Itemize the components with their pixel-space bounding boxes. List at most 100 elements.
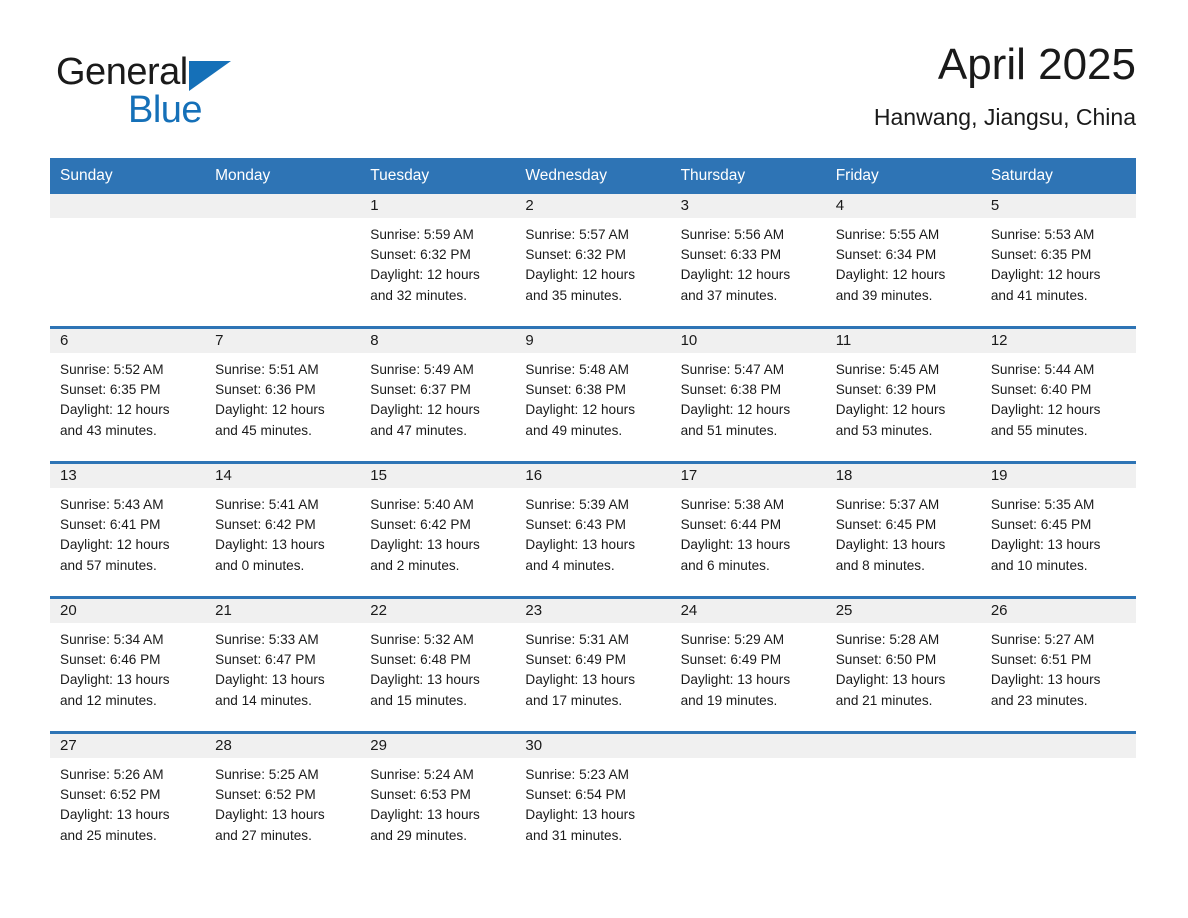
- sunrise-text: Sunrise: 5:35 AM: [990, 497, 1095, 512]
- sunset-text: Sunset: 6:46 PM: [60, 652, 161, 668]
- sunset-text: Sunset: 6:39 PM: [835, 382, 937, 398]
- day-cell[interactable]: 13 Sunrise: 5:43 AM Sunset: 6:41 PM Dayligh…: [50, 464, 206, 596]
- sunset-text: Sunset: 6:49 PM: [525, 652, 626, 668]
- day-cell[interactable]: 7 Sunrise: 5:51 AM Sunset: 6:36 PM Daylight…: [205, 329, 361, 461]
- daylight-text-line1: Daylight: 12 hours: [680, 402, 791, 418]
- daylight-text-line1: Daylight: 12 hours: [215, 402, 325, 418]
- sunset-text: Sunset: 6:38 PM: [680, 382, 782, 398]
- daylight-text-line2: and 35 minutes.: [525, 287, 623, 303]
- day-details: Sunrise: 5:49 AM Sunset: 6:37 PM Daylight:…: [360, 353, 515, 441]
- day-number: 9: [515, 329, 671, 353]
- day-details: Sunrise: 5:25 AM Sunset: 6:52 PM Daylight:…: [205, 758, 360, 846]
- day-cell[interactable]: 15 Sunrise: 5:40 AM Sunset: 6:42 PM Dayligh…: [360, 464, 516, 596]
- sunrise-text: Sunrise: 5:51 AM: [215, 362, 319, 377]
- day-number: 1: [360, 194, 516, 218]
- sunrise-text: Sunrise: 5:55 AM: [835, 227, 940, 242]
- daylight-text-line1: Daylight: 12 hours: [60, 537, 170, 553]
- day-cell-empty: [980, 734, 1136, 866]
- day-cell[interactable]: 29 Sunrise: 5:24 AM Sunset: 6:53 PM Dayligh…: [360, 734, 516, 866]
- day-cell[interactable]: 18 Sunrise: 5:37 AM Sunset: 6:45 PM Dayligh…: [825, 464, 981, 596]
- day-details: Sunrise: 5:24 AM Sunset: 6:53 PM Daylight:…: [360, 758, 515, 846]
- calendar-week-grid: 13 Sunrise: 5:43 AM Sunset: 6:41 PM Dayligh…: [50, 464, 1136, 596]
- day-details: Sunrise: 5:32 AM Sunset: 6:48 PM Daylight:…: [360, 623, 515, 711]
- day-cell[interactable]: 20 Sunrise: 5:34 AM Sunset: 6:46 PM Dayligh…: [50, 599, 206, 731]
- daylight-text-line2: and 17 minutes.: [525, 692, 623, 708]
- day-details: Sunrise: 5:28 AM Sunset: 6:50 PM Daylight:…: [826, 623, 981, 711]
- day-details: Sunrise: 5:43 AM Sunset: 6:41 PM Daylight:…: [50, 488, 205, 576]
- daylight-text-line1: Daylight: 12 hours: [60, 402, 170, 418]
- calendar-grid: Sunday Monday Tuesday Wednesday Thursday…: [50, 158, 1136, 866]
- daylight-text-line1: Daylight: 13 hours: [990, 672, 1101, 688]
- daylight-text-line2: and 0 minutes.: [215, 557, 305, 573]
- daylight-text-line1: Daylight: 13 hours: [990, 537, 1101, 553]
- sunset-text: Sunset: 6:50 PM: [835, 652, 937, 668]
- logo-triangle-icon: [189, 61, 232, 91]
- day-cell[interactable]: 26 Sunrise: 5:27 AM Sunset: 6:51 PM Dayligh…: [980, 599, 1136, 731]
- day-cell[interactable]: 24 Sunrise: 5:29 AM Sunset: 6:49 PM Dayligh…: [670, 599, 826, 731]
- day-cell[interactable]: 5 Sunrise: 5:53 AM Sunset: 6:35 PM Daylight…: [980, 194, 1136, 326]
- day-cell[interactable]: 2 Sunrise: 5:57 AM Sunset: 6:32 PM Daylight…: [515, 194, 671, 326]
- sunset-text: Sunset: 6:42 PM: [215, 517, 316, 533]
- day-cell[interactable]: 17 Sunrise: 5:38 AM Sunset: 6:44 PM Dayligh…: [670, 464, 826, 596]
- day-cell[interactable]: 6 Sunrise: 5:52 AM Sunset: 6:35 PM Daylight…: [50, 329, 206, 461]
- daylight-text-line2: and 53 minutes.: [835, 422, 933, 438]
- daylight-text-line1: Daylight: 12 hours: [990, 267, 1101, 283]
- sunset-text: Sunset: 6:35 PM: [990, 247, 1092, 263]
- day-number: 14: [205, 464, 361, 488]
- daylight-text-line1: Daylight: 13 hours: [370, 807, 480, 823]
- sunrise-text: Sunrise: 5:34 AM: [60, 632, 164, 647]
- day-cell[interactable]: 21 Sunrise: 5:33 AM Sunset: 6:47 PM Dayligh…: [205, 599, 361, 731]
- day-number: 27: [50, 734, 206, 758]
- day-cell[interactable]: 4 Sunrise: 5:55 AM Sunset: 6:34 PM Daylight…: [825, 194, 981, 326]
- logo-bottom-row: Blue: [56, 88, 316, 132]
- daylight-text-line1: Daylight: 13 hours: [215, 807, 325, 823]
- daylight-text-line2: and 4 minutes.: [525, 557, 615, 573]
- day-cell[interactable]: 19 Sunrise: 5:35 AM Sunset: 6:45 PM Dayligh…: [980, 464, 1136, 596]
- daylight-text-line2: and 31 minutes.: [525, 827, 623, 843]
- daylight-text-line1: Daylight: 13 hours: [835, 672, 946, 688]
- daylight-text-line1: Daylight: 13 hours: [60, 672, 170, 688]
- day-cell[interactable]: 11 Sunrise: 5:45 AM Sunset: 6:39 PM Dayligh…: [825, 329, 981, 461]
- weekday-header-thursday: Thursday: [680, 167, 746, 184]
- day-details: Sunrise: 5:34 AM Sunset: 6:46 PM Daylight:…: [50, 623, 205, 711]
- sunset-text: Sunset: 6:40 PM: [990, 382, 1092, 398]
- generalblue-logo[interactable]: General Blue: [56, 50, 316, 140]
- day-cell[interactable]: 23 Sunrise: 5:31 AM Sunset: 6:49 PM Dayligh…: [515, 599, 671, 731]
- logo-general-text: General: [56, 51, 188, 93]
- day-details: Sunrise: 5:33 AM Sunset: 6:47 PM Daylight:…: [205, 623, 360, 711]
- sunrise-text: Sunrise: 5:47 AM: [680, 362, 785, 377]
- day-cell[interactable]: 30 Sunrise: 5:23 AM Sunset: 6:54 PM Dayligh…: [515, 734, 671, 866]
- daylight-text-line2: and 14 minutes.: [215, 692, 312, 708]
- day-details: Sunrise: 5:37 AM Sunset: 6:45 PM Daylight:…: [826, 488, 981, 576]
- day-number: 6: [50, 329, 206, 353]
- day-number: 22: [360, 599, 516, 623]
- day-number: 25: [825, 599, 981, 623]
- day-cell[interactable]: 1 Sunrise: 5:59 AM Sunset: 6:32 PM Daylight…: [360, 194, 516, 326]
- day-cell[interactable]: 14 Sunrise: 5:41 AM Sunset: 6:42 PM Dayligh…: [205, 464, 361, 596]
- daylight-text-line2: and 6 minutes.: [680, 557, 770, 573]
- day-cell[interactable]: 3 Sunrise: 5:56 AM Sunset: 6:33 PM Daylight…: [670, 194, 826, 326]
- day-cell[interactable]: 25 Sunrise: 5:28 AM Sunset: 6:50 PM Dayligh…: [825, 599, 981, 731]
- day-cell[interactable]: 8 Sunrise: 5:49 AM Sunset: 6:37 PM Daylight…: [360, 329, 516, 461]
- weekday-header-row: Sunday Monday Tuesday Wednesday Thursday…: [50, 158, 1136, 194]
- location-subtitle: Hanwang, Jiangsu, China: [873, 104, 1136, 130]
- daylight-text-line1: Daylight: 13 hours: [60, 807, 170, 823]
- day-number: [980, 734, 1136, 758]
- day-cell[interactable]: 27 Sunrise: 5:26 AM Sunset: 6:52 PM Dayligh…: [50, 734, 206, 866]
- day-cell[interactable]: 28 Sunrise: 5:25 AM Sunset: 6:52 PM Dayligh…: [205, 734, 361, 866]
- daylight-text-line2: and 23 minutes.: [990, 692, 1088, 708]
- day-cell[interactable]: 16 Sunrise: 5:39 AM Sunset: 6:43 PM Dayligh…: [515, 464, 671, 596]
- sunrise-text: Sunrise: 5:39 AM: [525, 497, 629, 512]
- day-cell[interactable]: 12 Sunrise: 5:44 AM Sunset: 6:40 PM Dayligh…: [980, 329, 1136, 461]
- day-details: Sunrise: 5:59 AM Sunset: 6:32 PM Daylight:…: [360, 218, 515, 306]
- day-cell[interactable]: 9 Sunrise: 5:48 AM Sunset: 6:38 PM Daylight…: [515, 329, 671, 461]
- calendar-page: General Blue April 2025 Hanwang, Jiangsu…: [0, 0, 1188, 918]
- day-details: Sunrise: 5:48 AM Sunset: 6:38 PM Daylight:…: [515, 353, 670, 441]
- sunrise-text: Sunrise: 5:49 AM: [370, 362, 474, 377]
- daylight-text-line1: Daylight: 13 hours: [525, 807, 635, 823]
- day-cell[interactable]: 22 Sunrise: 5:32 AM Sunset: 6:48 PM Dayligh…: [360, 599, 516, 731]
- sunset-text: Sunset: 6:52 PM: [215, 787, 316, 803]
- day-cell[interactable]: 10 Sunrise: 5:47 AM Sunset: 6:38 PM Dayligh…: [670, 329, 826, 461]
- sunrise-text: Sunrise: 5:29 AM: [680, 632, 785, 647]
- daylight-text-line1: Daylight: 12 hours: [680, 267, 791, 283]
